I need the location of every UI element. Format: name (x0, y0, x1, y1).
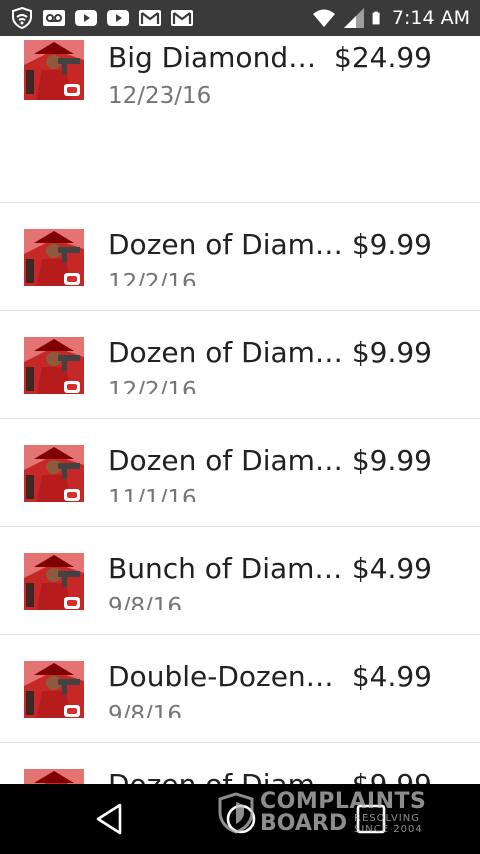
item-title: Dozen of Diam… (108, 336, 343, 369)
voicemail-icon (43, 10, 65, 26)
date-clip (0, 502, 480, 526)
wifi-icon (312, 9, 335, 27)
item-price: $4.99 (351, 660, 432, 693)
shield-logo-icon (218, 792, 254, 834)
shield-wifi-icon (12, 6, 32, 30)
game-app-icon (24, 445, 84, 505)
cell-signal-icon (343, 8, 364, 28)
status-bar: 7:14 AM (0, 0, 480, 36)
back-icon[interactable] (92, 802, 126, 836)
list-item[interactable]: Dozen of Diam… 11/1/16 $9.99 (0, 419, 480, 527)
item-price: $9.99 (351, 228, 432, 261)
item-price: $4.99 (351, 552, 432, 585)
clock: 7:14 AM (391, 7, 470, 29)
list-item[interactable]: Big Diamond… 12/23/16 $24.99 (0, 36, 480, 203)
item-title: Dozen of Diam… (108, 768, 343, 784)
youtube-icon (107, 10, 129, 26)
gmail-icon (139, 10, 161, 26)
youtube-icon (75, 10, 97, 26)
game-app-icon (24, 661, 84, 721)
item-price: $9.99 (351, 336, 432, 369)
list-item[interactable]: Double-Dozen… 9/8/16 $4.99 (0, 635, 480, 743)
game-app-icon (24, 769, 84, 784)
item-title: Dozen of Diam… (108, 444, 343, 477)
system-icons: 7:14 AM (312, 4, 470, 32)
item-title: Double-Dozen… (108, 660, 334, 693)
date-clip (0, 286, 480, 310)
date-clip (0, 394, 480, 418)
date-clip (0, 718, 480, 742)
list-item[interactable]: Dozen of Diam… $9.99 (0, 743, 480, 784)
complaints-board-watermark: COMPLAINTS BOARD RESOLVING SINCE 2004 (218, 790, 438, 838)
game-app-icon (24, 229, 84, 289)
list-item[interactable]: Dozen of Diam… 12/2/16 $9.99 (0, 203, 480, 311)
notification-icons (10, 6, 194, 30)
watermark-line-2: BOARD (260, 811, 348, 836)
item-price: $9.99 (351, 444, 432, 477)
list-item[interactable]: Dozen of Diam… 12/2/16 $9.99 (0, 311, 480, 419)
item-title: Bunch of Diam… (108, 552, 343, 585)
item-date: 12/23/16 (108, 83, 212, 109)
date-clip (0, 610, 480, 634)
item-price: $9.99 (352, 768, 432, 784)
item-price: $24.99 (334, 41, 432, 74)
item-title: Big Diamond… (108, 41, 317, 74)
item-title: Dozen of Diam… (108, 228, 343, 261)
battery-icon (372, 11, 380, 25)
purchase-history-list[interactable]: Big Diamond… 12/23/16 $24.99 Dozen of Di… (0, 36, 480, 784)
game-app-icon (24, 337, 84, 397)
gmail-icon (171, 10, 193, 26)
watermark-line-3: RESOLVING SINCE 2004 (354, 813, 423, 835)
game-app-icon (24, 553, 84, 613)
list-item[interactable]: Bunch of Diam… 9/8/16 $4.99 (0, 527, 480, 635)
game-app-icon (24, 40, 84, 100)
